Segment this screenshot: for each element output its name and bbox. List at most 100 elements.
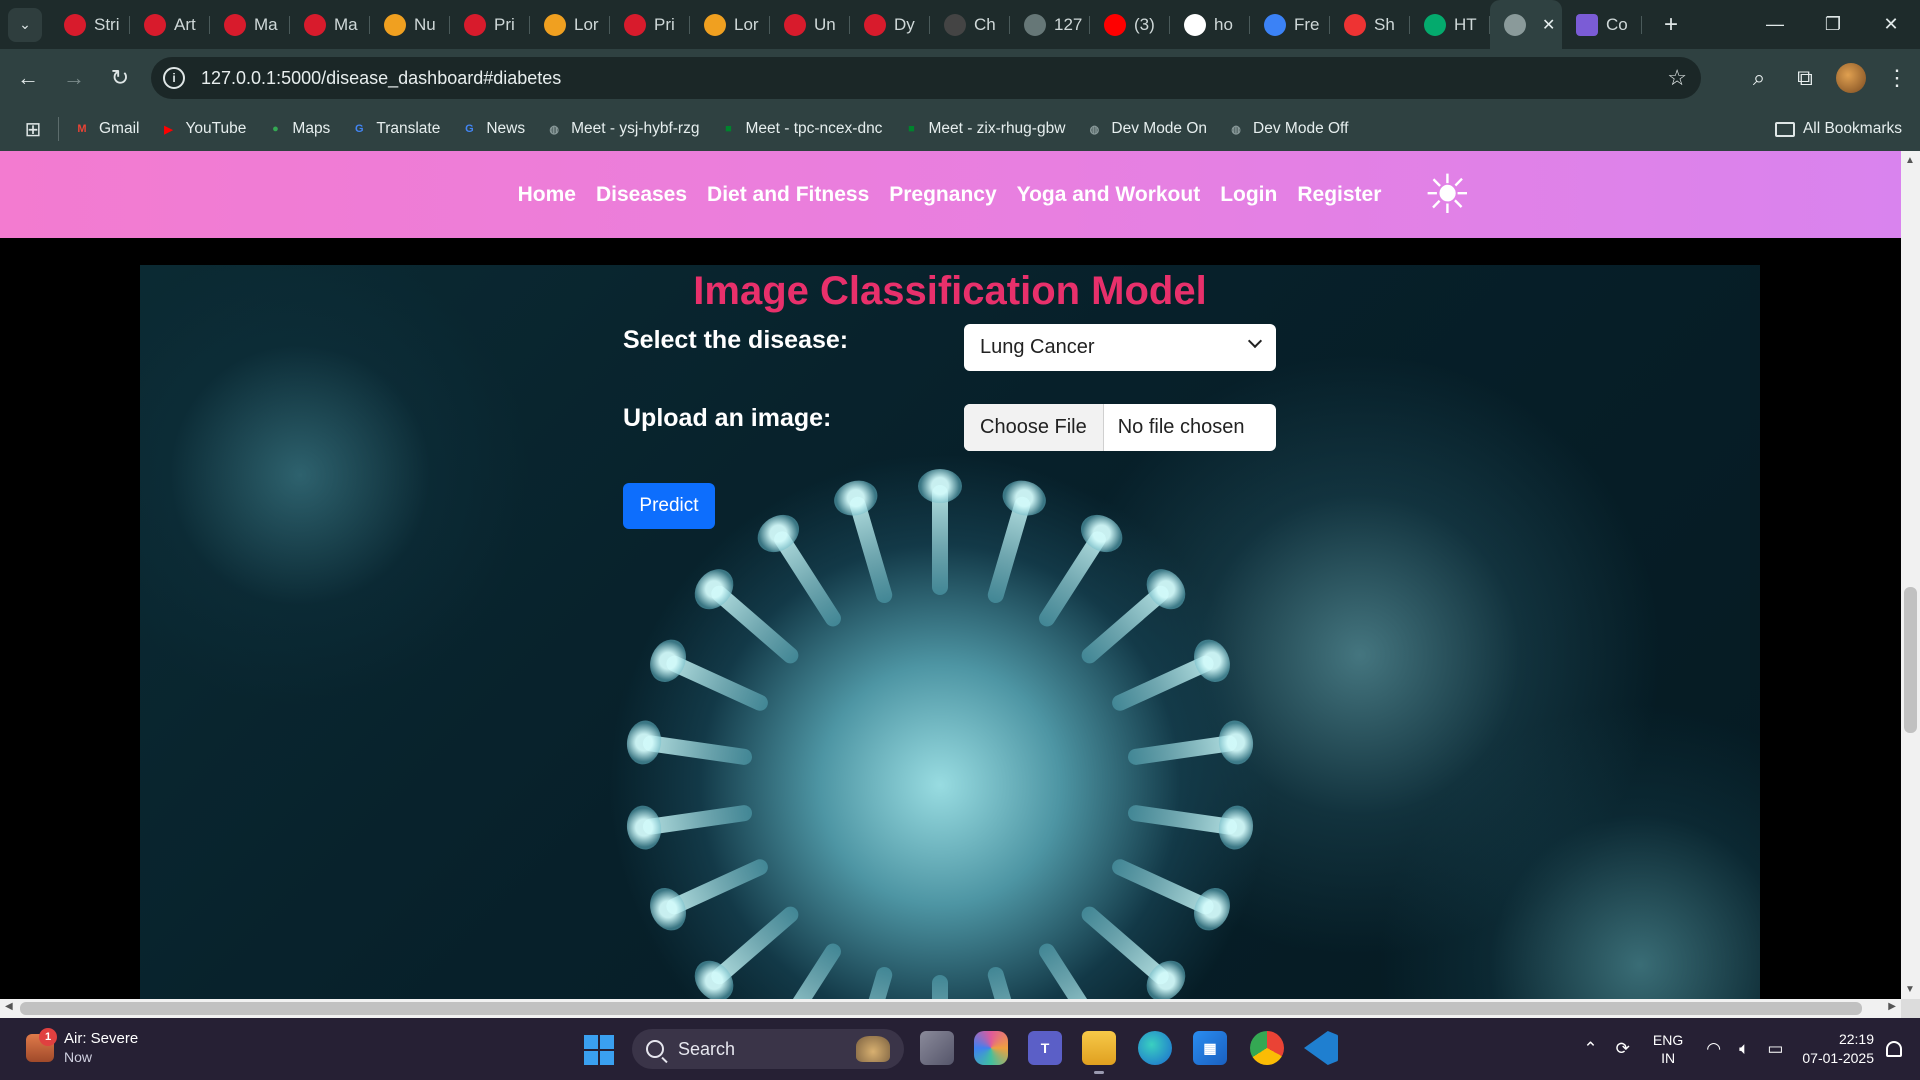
virus-spike	[1126, 734, 1239, 766]
back-button[interactable]: ←	[10, 60, 46, 96]
browser-tab[interactable]: Ma	[290, 0, 370, 49]
wifi-icon[interactable]: ◠	[1706, 1039, 1721, 1059]
horizontal-scroll-thumb[interactable]	[20, 1002, 1862, 1015]
language-indicator[interactable]: ENG IN	[1653, 1031, 1683, 1067]
browser-tab[interactable]: Fre	[1250, 0, 1330, 49]
browser-tab[interactable]: Co	[1562, 0, 1642, 49]
w3-icon	[1424, 13, 1446, 36]
clock-date: 07-01-2025	[1802, 1050, 1874, 1066]
copilot-icon[interactable]	[974, 1031, 1008, 1065]
vscode-icon[interactable]	[1304, 1031, 1338, 1065]
browser-tab[interactable]: Lor	[690, 0, 770, 49]
vertical-scroll-thumb[interactable]	[1904, 587, 1917, 733]
all-bookmarks-button[interactable]: All Bookmarks	[1774, 120, 1902, 138]
browser-tab[interactable]: Art	[130, 0, 210, 49]
close-window-button[interactable]: ✕	[1862, 0, 1920, 49]
restore-button[interactable]: ❐	[1804, 0, 1862, 49]
choose-file-button[interactable]: Choose File	[964, 404, 1104, 451]
address-bar[interactable]: i 127.0.0.1:5000/disease_dashboard#diabe…	[151, 57, 1701, 99]
lens-icon[interactable]: ⌕	[1736, 65, 1782, 91]
nav-link-yoga-and-workout[interactable]: Yoga and Workout	[1017, 183, 1201, 207]
browser-tab[interactable]: Stri	[50, 0, 130, 49]
new-tab-button[interactable]: +	[1664, 11, 1678, 39]
browser-tab[interactable]: Ma	[210, 0, 290, 49]
tab-strip: ⌄ Stri Art Ma Ma Nu Pri Lor Pri Lor Un Dy Ch 127 (3) h…	[0, 0, 1920, 49]
active-tab[interactable]: ✕	[1490, 0, 1562, 49]
scroll-up-icon[interactable]: ▲	[1905, 155, 1915, 166]
bookmark-item[interactable]: G Translate	[350, 120, 440, 138]
bookmark-item[interactable]: ● Maps	[266, 120, 330, 138]
browser-tab[interactable]: Ch	[930, 0, 1010, 49]
store-icon[interactable]: ▦	[1193, 1031, 1227, 1065]
predict-button[interactable]: Predict	[623, 483, 715, 529]
bookmark-item[interactable]: ◍ Dev Mode Off	[1227, 120, 1348, 138]
file-explorer-icon[interactable]	[1082, 1031, 1116, 1074]
bookmark-item[interactable]: ◍ Meet - ysj-hybf-rzg	[545, 120, 699, 138]
bookmark-item[interactable]: ▶ YouTube	[159, 120, 246, 138]
file-input[interactable]: Choose File No file chosen	[964, 404, 1276, 451]
browser-tab[interactable]: Dy	[850, 0, 930, 49]
apps-grid-icon[interactable]: ⊞	[22, 118, 44, 141]
vertical-scrollbar[interactable]: ▲ ▼	[1901, 151, 1920, 999]
chevron-up-icon[interactable]: ⌃	[1583, 1039, 1597, 1059]
bookmark-item[interactable]: ◍ Dev Mode On	[1085, 120, 1207, 138]
windows-start-icon[interactable]	[584, 1035, 614, 1065]
scroll-left-icon[interactable]: ◀	[5, 1001, 13, 1012]
site-navbar: Home Diseases Diet and Fitness Pregnancy Yog…	[0, 151, 1901, 238]
bookmark-item[interactable]: ■ Meet - zix-rhug-gbw	[902, 120, 1065, 138]
extensions-icon[interactable]: ⧉	[1782, 65, 1828, 91]
tab-search-button[interactable]: ⌄	[8, 7, 42, 42]
minimize-button[interactable]: —	[1746, 0, 1804, 49]
nav-link-pregnancy[interactable]: Pregnancy	[889, 183, 996, 207]
clock[interactable]: 22:19 07-01-2025	[1802, 1030, 1874, 1068]
browser-tab[interactable]: HT	[1410, 0, 1490, 49]
nav-link-login[interactable]: Login	[1220, 183, 1277, 207]
disease-select[interactable]: Lung Cancer	[964, 324, 1276, 371]
browser-tab[interactable]: Un	[770, 0, 850, 49]
tab-title: Fre	[1294, 14, 1320, 34]
close-tab-icon[interactable]: ✕	[1542, 15, 1555, 35]
forward-button[interactable]: →	[56, 60, 92, 96]
profile-avatar[interactable]	[1836, 63, 1866, 93]
clock-time: 22:19	[1838, 1031, 1874, 1047]
browser-tab[interactable]: Lor	[530, 0, 610, 49]
bookmark-item[interactable]: ■ Meet - tpc-ncex-dnc	[719, 120, 882, 138]
nav-link-diseases[interactable]: Diseases	[596, 183, 687, 207]
notification-bell-icon[interactable]	[1886, 1041, 1902, 1057]
teams-icon[interactable]: T	[1028, 1031, 1062, 1065]
site-info-icon[interactable]: i	[163, 67, 185, 89]
url-text[interactable]: 127.0.0.1:5000/disease_dashboard#diabete…	[201, 68, 561, 89]
sun-icon[interactable]: ☀	[1421, 168, 1473, 222]
browser-tab[interactable]: 127	[1010, 0, 1090, 49]
browser-tab[interactable]: Nu	[370, 0, 450, 49]
battery-icon[interactable]: ▭	[1767, 1039, 1783, 1059]
browser-tab[interactable]: Sh	[1330, 0, 1410, 49]
tab-title: Ch	[974, 14, 996, 34]
weather-subtitle: Now	[64, 1049, 93, 1065]
horizontal-scrollbar[interactable]: ◀ ▶	[0, 999, 1901, 1018]
browser-tab[interactable]: Pri	[610, 0, 690, 49]
leetcode-icon	[544, 13, 566, 36]
nav-link-home[interactable]: Home	[518, 183, 576, 207]
browser-tab[interactable]: ho	[1170, 0, 1250, 49]
menu-icon[interactable]: ⋮	[1874, 65, 1920, 91]
edge-icon[interactable]	[1138, 1031, 1172, 1065]
task-view-icon[interactable]	[920, 1031, 954, 1065]
scroll-down-icon[interactable]: ▼	[1905, 984, 1915, 995]
browser-tab[interactable]: (3)	[1090, 0, 1170, 49]
nav-link-diet-and-fitness[interactable]: Diet and Fitness	[707, 183, 869, 207]
bookmark-star-icon[interactable]: ☆	[1667, 65, 1687, 91]
weather-widget[interactable]: 1 Air: Severe Now	[26, 1028, 138, 1067]
nav-link-register[interactable]: Register	[1297, 183, 1381, 207]
taskbar-search-label: Search	[678, 1038, 736, 1059]
chrome-icon[interactable]	[1250, 1031, 1284, 1065]
scroll-right-icon[interactable]: ▶	[1888, 1001, 1896, 1012]
volume-icon[interactable]: 🔈︎	[1739, 1039, 1749, 1059]
taskbar-search[interactable]: Search	[632, 1029, 904, 1069]
bookmark-item[interactable]: M Gmail	[73, 120, 139, 138]
browser-tab[interactable]: Pri	[450, 0, 530, 49]
tuf-icon	[784, 13, 806, 36]
sync-icon[interactable]: ⟳	[1616, 1039, 1630, 1059]
reload-button[interactable]: ↻	[102, 60, 138, 96]
bookmark-item[interactable]: G News	[460, 120, 525, 138]
